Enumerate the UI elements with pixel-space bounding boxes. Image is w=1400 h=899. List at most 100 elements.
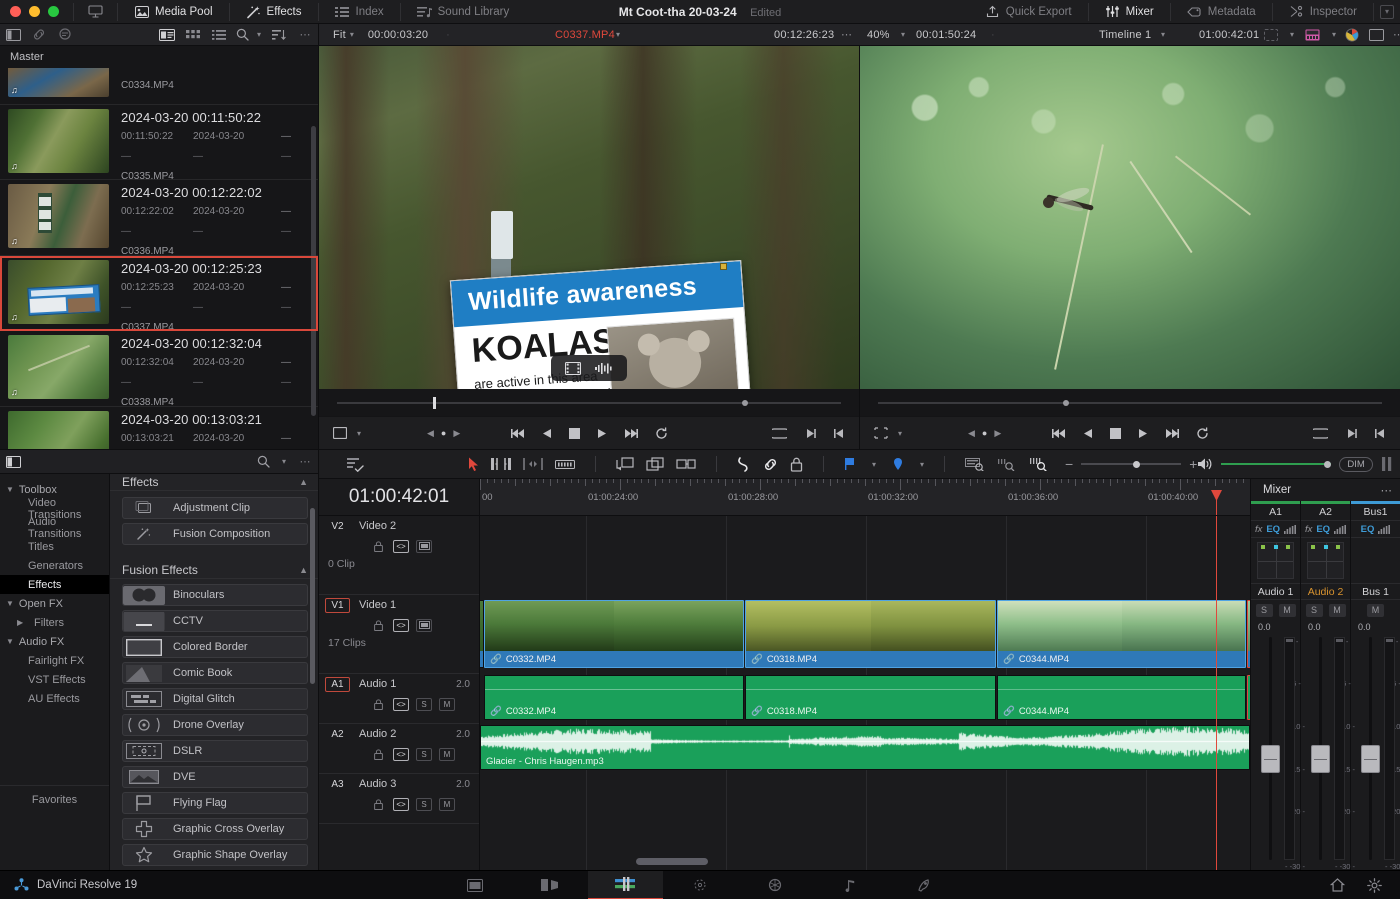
strip-solo-button[interactable]: S	[1306, 604, 1323, 617]
strip-fx-row[interactable]: EQ	[1351, 521, 1400, 538]
track-lock-icon[interactable]	[370, 748, 386, 761]
effects-search-dropdown-button[interactable]: ▾	[276, 450, 292, 474]
strip-eq-label[interactable]: EQ	[1266, 524, 1280, 535]
track-mute-button[interactable]: M	[439, 698, 455, 711]
timeline-clip[interactable]: 🔗 C0332.MP4	[484, 600, 744, 668]
track-lane-v1[interactable]: 🔗 C0332.MP4	[480, 595, 1250, 674]
strip-eq-label[interactable]: EQ	[1361, 524, 1375, 535]
timeline-name[interactable]: Timeline 1	[1099, 29, 1151, 41]
sort-button[interactable]	[266, 24, 292, 46]
track-solo-button[interactable]: S	[416, 698, 432, 711]
tab-quick-export[interactable]: Quick Export	[975, 0, 1082, 24]
timeline-clip[interactable]: 🔗 C0344.MP4	[997, 600, 1246, 668]
track-video-enable-icon[interactable]	[416, 619, 432, 632]
sidebar-item-audio-transitions[interactable]: Audio Transitions	[0, 518, 109, 537]
replace-clip-icon[interactable]	[676, 457, 696, 471]
play-button[interactable]	[1138, 428, 1148, 439]
list-item[interactable]: 2024-03-20 00:13:03:21 00:13:03:212024-0…	[0, 407, 318, 450]
timeline-zoom-slider-group[interactable]: − +	[1065, 457, 1197, 471]
status-bar-right[interactable]	[1330, 878, 1400, 893]
page-color[interactable]	[738, 871, 813, 899]
strip-dynamics-icon[interactable]	[1378, 525, 1390, 534]
effect-drone-overlay[interactable]: Drone Overlay	[122, 714, 308, 736]
thumbnail-view-button[interactable]	[180, 24, 206, 46]
timeline-clip[interactable]	[1247, 600, 1250, 668]
track-auto-select-icon[interactable]: <>	[393, 540, 409, 553]
audio-monitor-controls[interactable]: DIM	[1197, 457, 1400, 472]
edit-tools[interactable]: ▾ ▾	[468, 456, 1049, 472]
search-input[interactable]	[232, 24, 252, 46]
linked-selection-icon[interactable]	[763, 457, 778, 472]
timeline-viewer-scrubber[interactable]	[860, 389, 1400, 416]
effect-digital-glitch[interactable]: Digital Glitch	[122, 688, 308, 710]
volume-slider-knob[interactable]	[1324, 461, 1331, 468]
home-icon[interactable]	[1330, 878, 1345, 892]
speaker-icon[interactable]	[1197, 457, 1213, 471]
timeline-audio-clip[interactable]: 🔗C0318.MP4	[745, 675, 996, 720]
media-pool-clip-list[interactable]: ♫ — ——— C0334.MP4 ♫	[0, 68, 318, 449]
page-fusion[interactable]	[663, 871, 738, 899]
mixer-options-button[interactable]: ⋯	[1381, 483, 1393, 497]
track-header-v1[interactable]: V1 Video 1 <>	[319, 595, 479, 674]
track-header-a2[interactable]: A2 Audio 2 2.0 <> S	[319, 724, 479, 774]
fader-knob[interactable]	[1311, 745, 1330, 773]
source-scrub-track[interactable]	[337, 402, 841, 404]
timeline-playhead[interactable]	[1216, 490, 1217, 515]
mark-in-icon[interactable]	[1346, 428, 1357, 439]
strip-fader-area[interactable]: - 0 -- -5 -- -10 - - -15 -- -20 -- -30 -…	[1351, 633, 1400, 870]
strip-eq-label[interactable]: EQ	[1316, 524, 1330, 535]
strip-mute-button[interactable]: M	[1279, 604, 1296, 617]
effects-group-open-fx[interactable]: ▼ Open FX	[0, 594, 109, 613]
fader-knob[interactable]	[1361, 745, 1380, 773]
jump-to-start-button[interactable]	[511, 428, 525, 439]
strip-fader-area[interactable]: - 0 -- -5 -- -10 - - -15 -- -20 -- -30 -…	[1251, 633, 1300, 870]
volume-slider[interactable]	[1221, 463, 1331, 465]
trim-edit-icon[interactable]	[491, 457, 511, 471]
strip-fx-row[interactable]: fx EQ	[1251, 521, 1300, 538]
timeline-horizontal-scrollbar[interactable]	[636, 858, 708, 865]
sidebar-item-generators[interactable]: Generators	[0, 556, 109, 575]
tab-inspector[interactable]: Inspector	[1279, 0, 1367, 24]
minimize-window-button[interactable]	[29, 6, 40, 17]
track-solo-button[interactable]: S	[416, 798, 432, 811]
jump-to-end-button[interactable]	[1165, 428, 1179, 439]
mixer-strip-a2[interactable]: A2 fx EQ	[1301, 501, 1351, 870]
list-item[interactable]: ♫ 2024-03-20 00:12:22:02 00:12:22:022024…	[0, 180, 318, 256]
strip-mute-button[interactable]: M	[1367, 604, 1384, 617]
effect-dslr[interactable]: DSLR	[122, 740, 308, 762]
tab-sound-library[interactable]: Sound Library	[407, 0, 520, 24]
metadata-view-button[interactable]	[154, 24, 180, 46]
strip-pan-control[interactable]	[1251, 538, 1300, 583]
track-header-a3[interactable]: A3 Audio 3 2.0 <> S	[319, 774, 479, 824]
chevron-down-icon[interactable]: ▾	[350, 30, 354, 39]
track-solo-button[interactable]: S	[416, 748, 432, 761]
effects-search-button[interactable]	[250, 450, 276, 474]
audio-waveform-icon[interactable]	[595, 362, 613, 375]
settings-gear-icon[interactable]	[1367, 878, 1382, 893]
stop-button[interactable]	[1110, 428, 1121, 439]
flag-dropdown-icon[interactable]: ▾	[872, 460, 876, 469]
effect-adjustment-clip[interactable]: Adjustment Clip	[122, 497, 308, 519]
tab-mixer[interactable]: Mixer	[1095, 0, 1164, 24]
effect-graphic-shape-overlay[interactable]: Graphic Shape Overlay	[122, 844, 308, 866]
clip-thumbnail[interactable]: ♫	[8, 260, 109, 324]
source-scrubber[interactable]	[319, 389, 859, 416]
mark-out-icon[interactable]	[834, 428, 845, 439]
sidebar-item-effects[interactable]: Effects	[0, 575, 109, 594]
effects-group-audio-fx[interactable]: ▼ Audio FX	[0, 632, 109, 651]
loop-button[interactable]	[655, 427, 668, 440]
strip-mute-button[interactable]: M	[1329, 604, 1346, 617]
page-fairlight[interactable]	[813, 871, 888, 899]
stop-button[interactable]	[569, 428, 580, 439]
track-id-badge[interactable]: V2	[325, 519, 350, 534]
bin-sidebar-toggle-button[interactable]	[0, 450, 26, 474]
source-zoom-value[interactable]: Fit	[333, 29, 346, 41]
track-lanes[interactable]: 🔗 C0332.MP4	[480, 516, 1250, 870]
search-dropdown-button[interactable]: ▾	[252, 24, 266, 46]
page-deliver[interactable]	[888, 871, 963, 899]
list-item[interactable]: ♫ 2024-03-20 00:12:25:23 00:12:25:232024…	[0, 256, 318, 332]
color-wheel-icon[interactable]	[1345, 28, 1359, 42]
full-screen-viewer-button[interactable]	[1369, 29, 1384, 41]
effect-colored-border[interactable]: Colored Border	[122, 636, 308, 658]
timeline-ruler[interactable]: 00 01:00:24:00 01:00:28:00 01:00:32:00 0…	[480, 479, 1250, 515]
